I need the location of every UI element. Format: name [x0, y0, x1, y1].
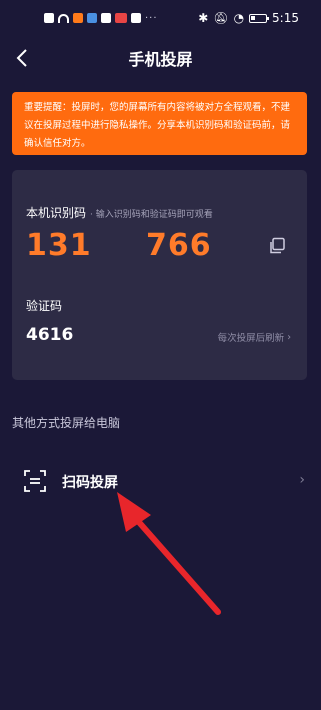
back-button[interactable] — [10, 44, 34, 72]
status-bar: ··· ✱ 🔕︎ ◔ 5:15 — [0, 0, 321, 36]
wifi-icon — [58, 13, 69, 23]
scan-to-cast-label: 扫码投屏 — [62, 475, 118, 491]
app-notification-icon — [73, 13, 83, 23]
page-title: 手机投屏 — [128, 50, 193, 69]
app-notification-icon — [87, 13, 97, 23]
battery-icon — [249, 13, 270, 23]
other-methods-heading: 其他方式投屏给电脑 — [12, 416, 121, 430]
device-code-part-2: 766 — [146, 228, 212, 263]
copy-code-button[interactable] — [268, 237, 286, 255]
scan-to-cast-item[interactable]: 扫码投屏 › — [0, 458, 321, 504]
scan-icon — [24, 470, 46, 492]
app-notification-icon — [115, 13, 127, 23]
bluetooth-icon: ✱ — [198, 11, 209, 25]
chevron-right-icon: › — [287, 331, 291, 343]
back-icon — [16, 49, 27, 67]
speed-icon: ◔ — [233, 11, 245, 25]
status-left-icons: ··· — [44, 13, 158, 24]
device-code-label: 本机识别码 — [26, 206, 87, 220]
copy-icon — [270, 237, 285, 254]
device-code-label-row: 本机识别码 · 输入识别码和验证码即可观看 — [26, 204, 213, 221]
header: 手机投屏 — [0, 36, 321, 80]
chevron-right-icon: › — [299, 472, 305, 488]
clock: 5:15 — [272, 11, 299, 25]
device-code-part-1: 131 — [26, 228, 92, 263]
status-right-icons: ✱ 🔕︎ ◔ 5:15 — [198, 11, 299, 25]
verification-code-value: 4616 — [26, 325, 74, 345]
mute-icon: 🔕︎ — [213, 11, 229, 25]
device-code-hint: · 输入识别码和验证码即可观看 — [90, 210, 213, 220]
app-notification-icon — [101, 13, 111, 23]
notification-icon — [44, 13, 54, 23]
verification-code-label: 验证码 — [26, 299, 63, 313]
app-notification-icon — [131, 13, 141, 23]
refresh-hint[interactable]: 每次投屏后刷新 › — [217, 330, 291, 345]
refresh-hint-text: 每次投屏后刷新 — [217, 333, 285, 344]
more-notifications-icon: ··· — [145, 12, 158, 24]
screen-share-code-card: 本机识别码 · 输入识别码和验证码即可观看 131 766 验证码 4616 每… — [12, 170, 307, 380]
privacy-warning-banner: 重要提醒：投屏时，您的屏幕所有内容将被对方全程观看，不建议在投屏过程中进行隐私操… — [12, 92, 307, 155]
